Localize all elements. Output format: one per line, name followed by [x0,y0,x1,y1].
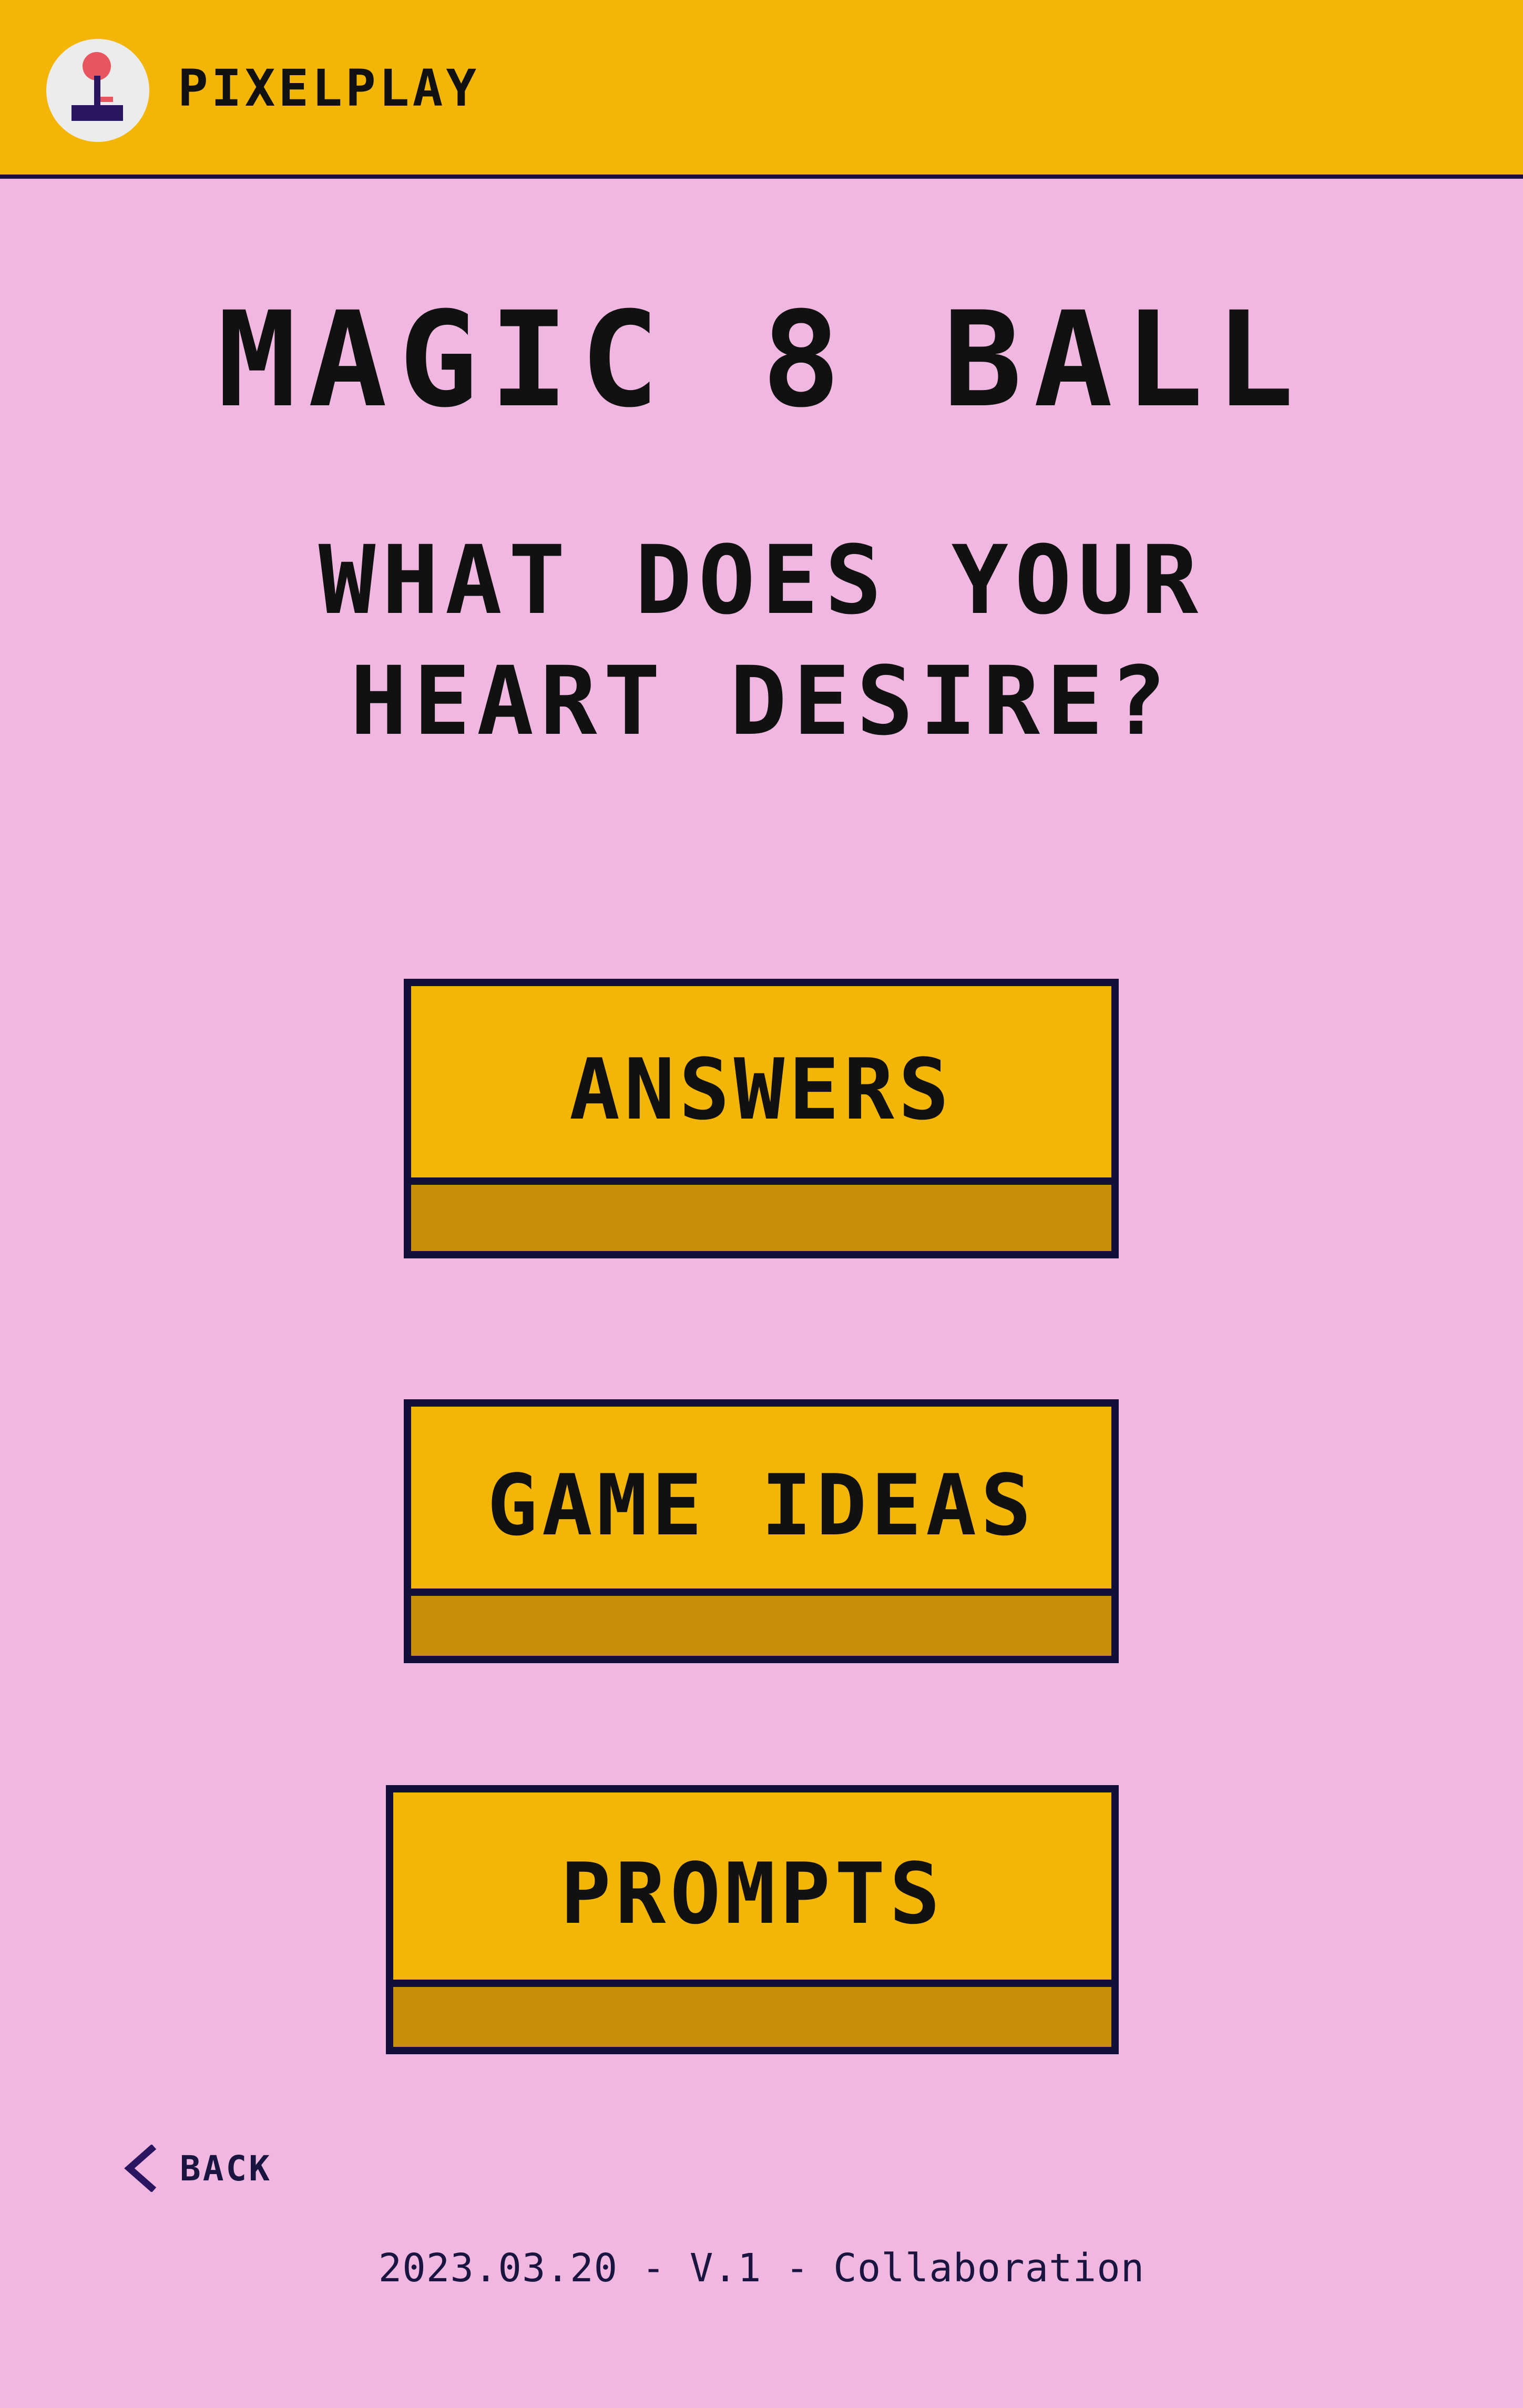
chevron-left-icon [124,2145,157,2192]
game-ideas-button[interactable]: GAME IDEAS [404,1399,1119,1663]
app-header: PIXELPLAY [0,0,1523,179]
prompts-button[interactable]: PROMPTS [386,1785,1119,2054]
joystick-icon [71,52,123,121]
answers-button-label: ANSWERS [569,1040,954,1139]
subtitle-line-2: HEART DESIRE? [350,647,1173,756]
answers-button[interactable]: ANSWERS [404,979,1119,1258]
brand-name: PIXELPLAY [178,59,480,118]
version-footer: 2023.03.20 - V.1 - Collaboration [378,2246,1145,2291]
page-subtitle: WHAT DOES YOUR HEART DESIRE? [0,520,1523,762]
button-ledge [411,1177,1111,1251]
page-title: MAGIC 8 BALL [217,283,1306,436]
prompts-button-label: PROMPTS [560,1844,945,1943]
game-ideas-button-label: GAME IDEAS [487,1456,1036,1554]
subtitle-line-1: WHAT DOES YOUR [318,526,1205,636]
back-label: BACK [180,2148,272,2189]
logo-badge[interactable] [46,39,149,142]
back-button[interactable]: BACK [122,2145,272,2192]
button-ledge [411,1589,1111,1656]
button-ledge [393,1980,1111,2047]
